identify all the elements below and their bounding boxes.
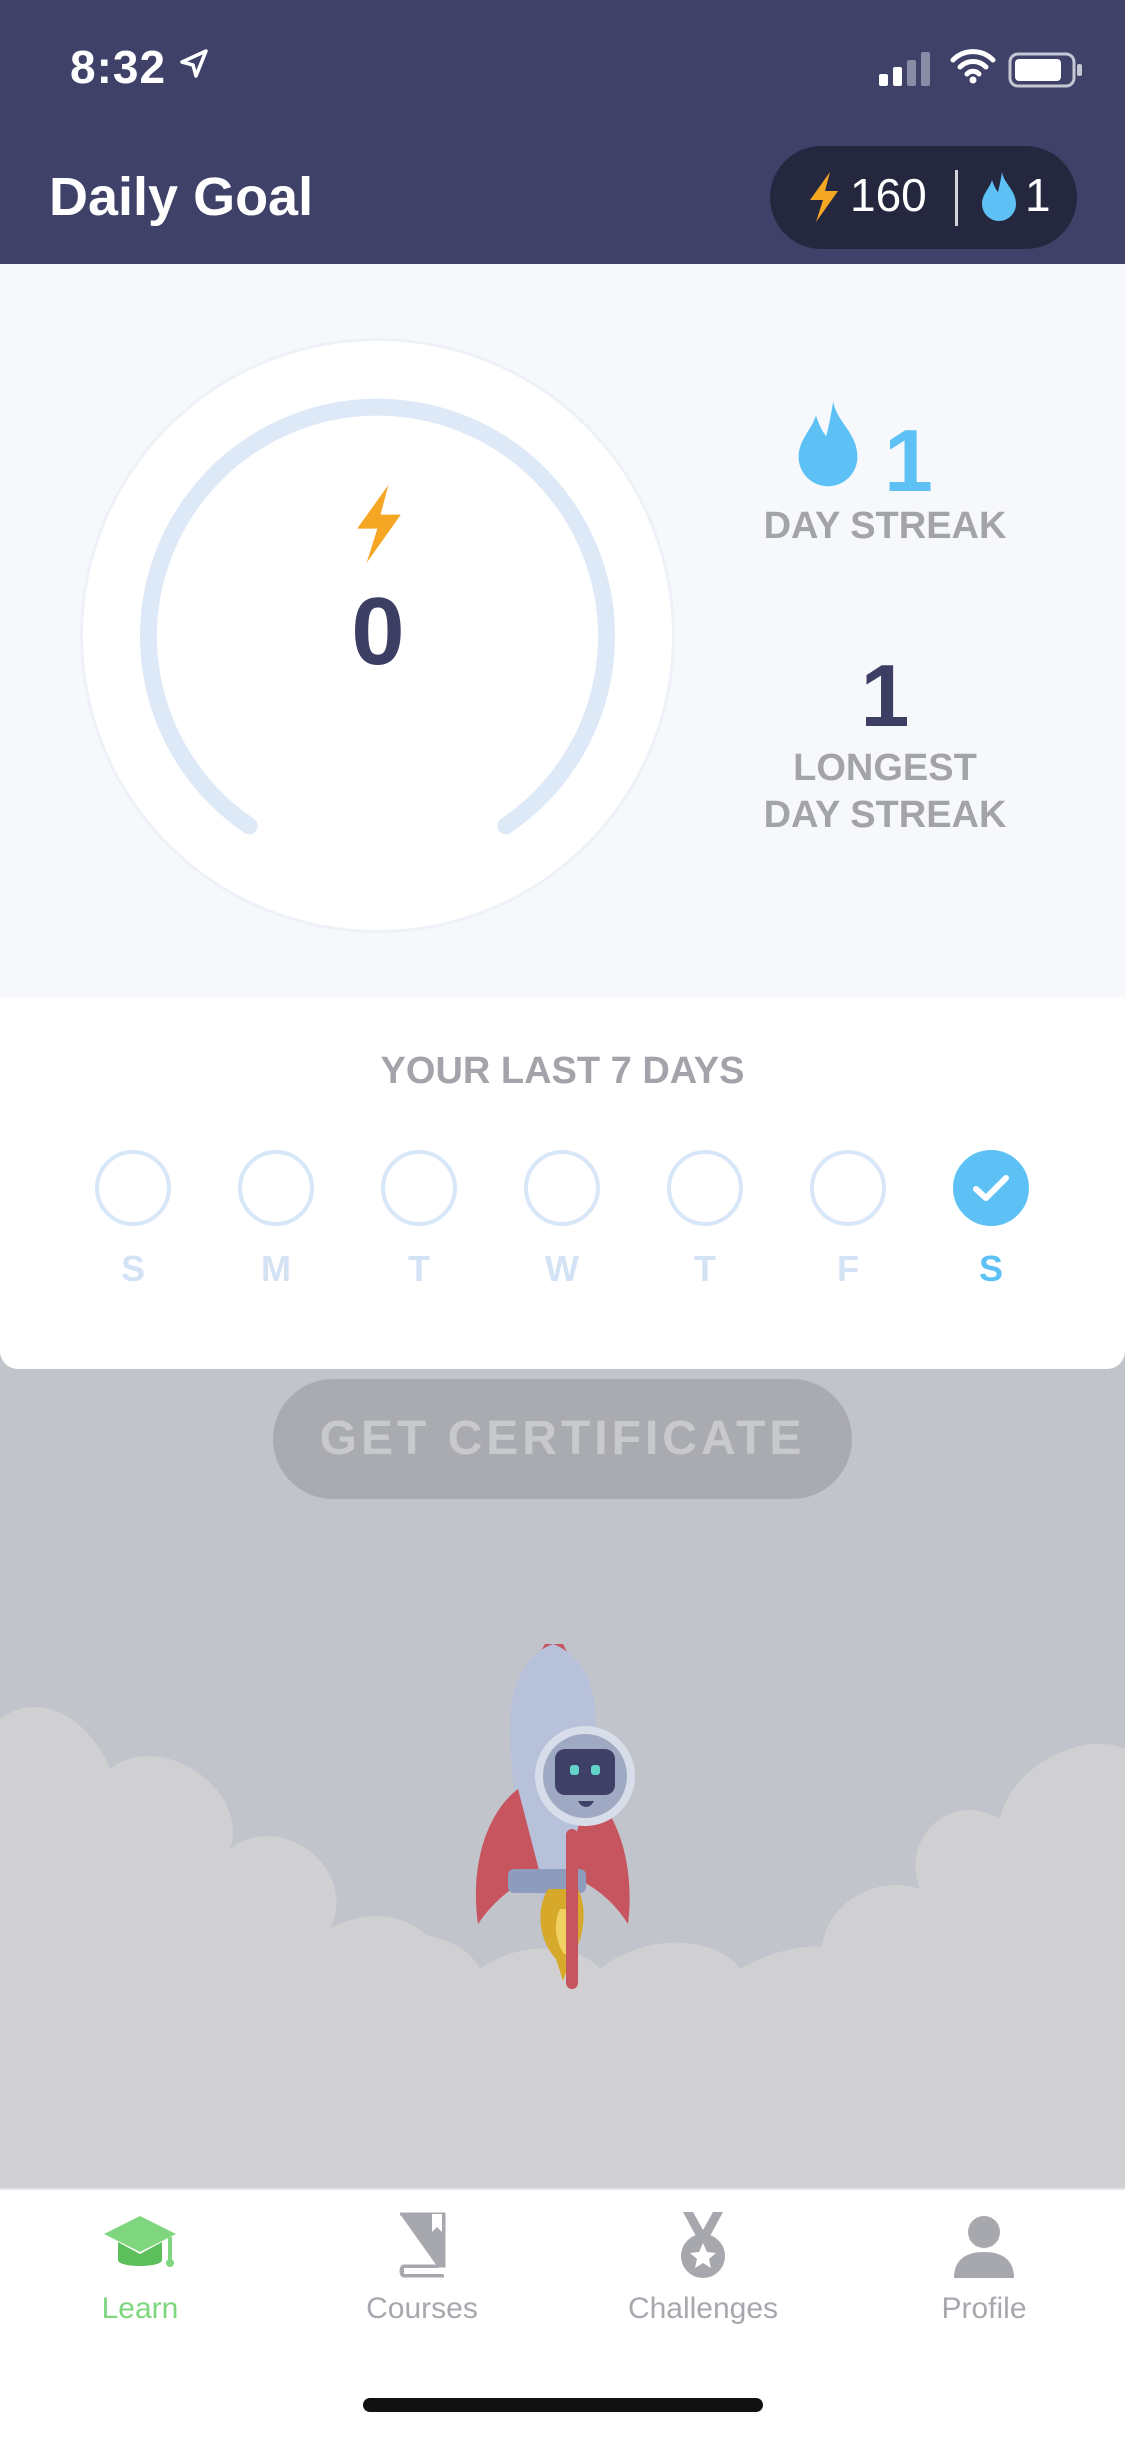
xp-count: 160	[850, 169, 927, 221]
day-label: W	[545, 1248, 579, 1289]
home-indicator	[363, 2398, 763, 2412]
location-arrow-icon	[178, 48, 210, 85]
longest-streak-label-line2: DAY STREAK	[763, 794, 1007, 836]
battery-icon	[1008, 52, 1084, 93]
tab-learn[interactable]: Learn	[30, 2292, 250, 2326]
streak-count: 1	[1025, 169, 1051, 221]
day-label: F	[837, 1248, 859, 1289]
page-title: Daily Goal	[49, 167, 314, 227]
streak-drop-icon	[795, 398, 861, 493]
status-time: 8:32	[70, 41, 167, 93]
person-icon[interactable]	[944, 2210, 1024, 2287]
xp-today-value: 0	[351, 578, 405, 685]
tab-profile[interactable]: Profile	[874, 2292, 1094, 2326]
book-icon[interactable]	[382, 2210, 462, 2287]
rocket-illustration	[0, 1369, 1125, 2189]
day-label: T	[408, 1248, 430, 1289]
day-label: S	[120, 1248, 145, 1289]
lightning-icon	[806, 172, 842, 227]
wifi-icon	[950, 48, 996, 89]
tab-courses[interactable]: Courses	[312, 2292, 532, 2326]
pill-divider	[955, 170, 958, 226]
day-circle	[810, 1150, 886, 1226]
longest-streak-label-line1: LONGEST	[793, 747, 977, 789]
rocket	[475, 1644, 635, 1989]
day-streak-label: DAY STREAK	[763, 505, 1007, 547]
longest-streak-label: LONGEST DAY STREAK	[700, 745, 1070, 839]
longest-streak-value: 1	[860, 646, 910, 745]
lightning-icon	[347, 485, 411, 568]
signal-icon	[879, 52, 935, 91]
medal-icon[interactable]	[663, 2210, 743, 2287]
day-streak-value: 1	[884, 411, 933, 510]
checkmark-icon	[973, 1175, 1009, 1201]
day-circle	[381, 1150, 457, 1226]
day-circle	[524, 1150, 600, 1226]
day-label: T	[694, 1248, 716, 1289]
streak-drop-icon	[980, 170, 1018, 227]
day-circle	[953, 1150, 1029, 1226]
tab-challenges[interactable]: Challenges	[593, 2292, 813, 2326]
day-label: M	[261, 1248, 291, 1289]
graduation-cap-icon[interactable]	[100, 2210, 180, 2287]
last-7-days-title: YOUR LAST 7 DAYS	[380, 1050, 745, 1092]
day-circle	[238, 1150, 314, 1226]
day-circle	[95, 1150, 171, 1226]
day-label: S	[978, 1248, 1003, 1289]
day-circle	[667, 1150, 743, 1226]
